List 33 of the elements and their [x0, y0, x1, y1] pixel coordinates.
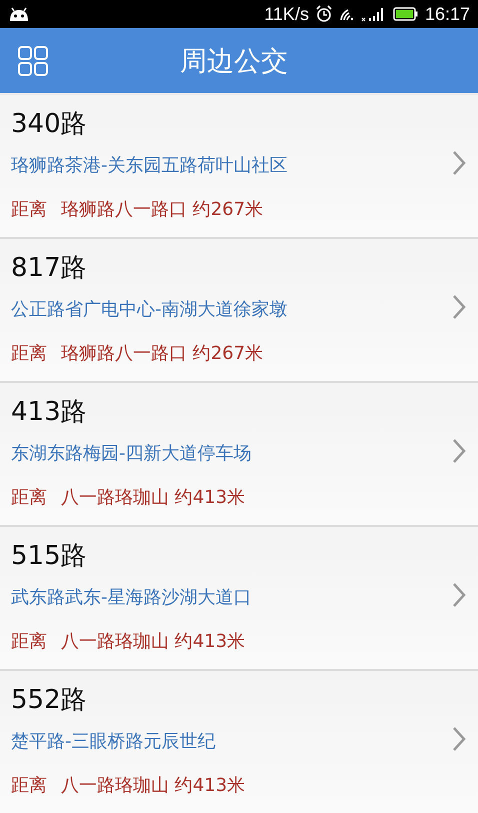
route-name: 817路: [11, 252, 87, 285]
distance-value: 珞狮路八一路口 约267米: [61, 198, 264, 222]
route-stops: 东湖东路梅园-四新大道停车场: [11, 442, 252, 466]
page-title: 周边公交: [180, 44, 288, 78]
chevron-icon: [452, 582, 466, 608]
distance-value: 八一路珞珈山 约413米: [61, 774, 246, 798]
distance-label: 距离: [11, 198, 47, 222]
distance-label: 距离: [11, 486, 47, 510]
distance-label: 距离: [11, 774, 47, 798]
battery-icon: [392, 6, 419, 22]
route-stops: 武东路武东-星海路沙湖大道口: [11, 586, 252, 610]
route-name: 413路: [11, 396, 87, 429]
distance-value: 八一路珞珈山 约413米: [61, 630, 246, 654]
chevron-icon: [452, 150, 466, 176]
distance-label: 距离: [11, 342, 47, 366]
route-name: 515路: [11, 540, 87, 573]
network-speed: 11K/s: [264, 4, 309, 24]
clock: 16:17: [424, 4, 470, 24]
wifi-icon: [338, 7, 355, 21]
route-stops: 公正路省广电中心-南湖大道徐家墩: [11, 298, 288, 322]
chevron-icon: [452, 726, 466, 752]
alarm-icon: [314, 5, 333, 23]
route-stops: 楚平路-三眼桥路元辰世纪: [11, 730, 216, 754]
distance-value: 珞狮路八一路口 约267米: [61, 342, 264, 366]
chevron-icon: [452, 438, 466, 464]
distance-label: 距离: [11, 630, 47, 654]
chevron-icon: [452, 294, 466, 320]
route-stops: 珞狮路茶港-关东园五路荷叶山社区: [11, 154, 288, 178]
android-icon: [8, 7, 30, 21]
route-name: 340路: [11, 108, 87, 141]
distance-value: 八一路珞珈山 约413米: [61, 486, 246, 510]
route-name: 552路: [11, 684, 87, 717]
grid-menu-icon[interactable]: [18, 46, 48, 76]
